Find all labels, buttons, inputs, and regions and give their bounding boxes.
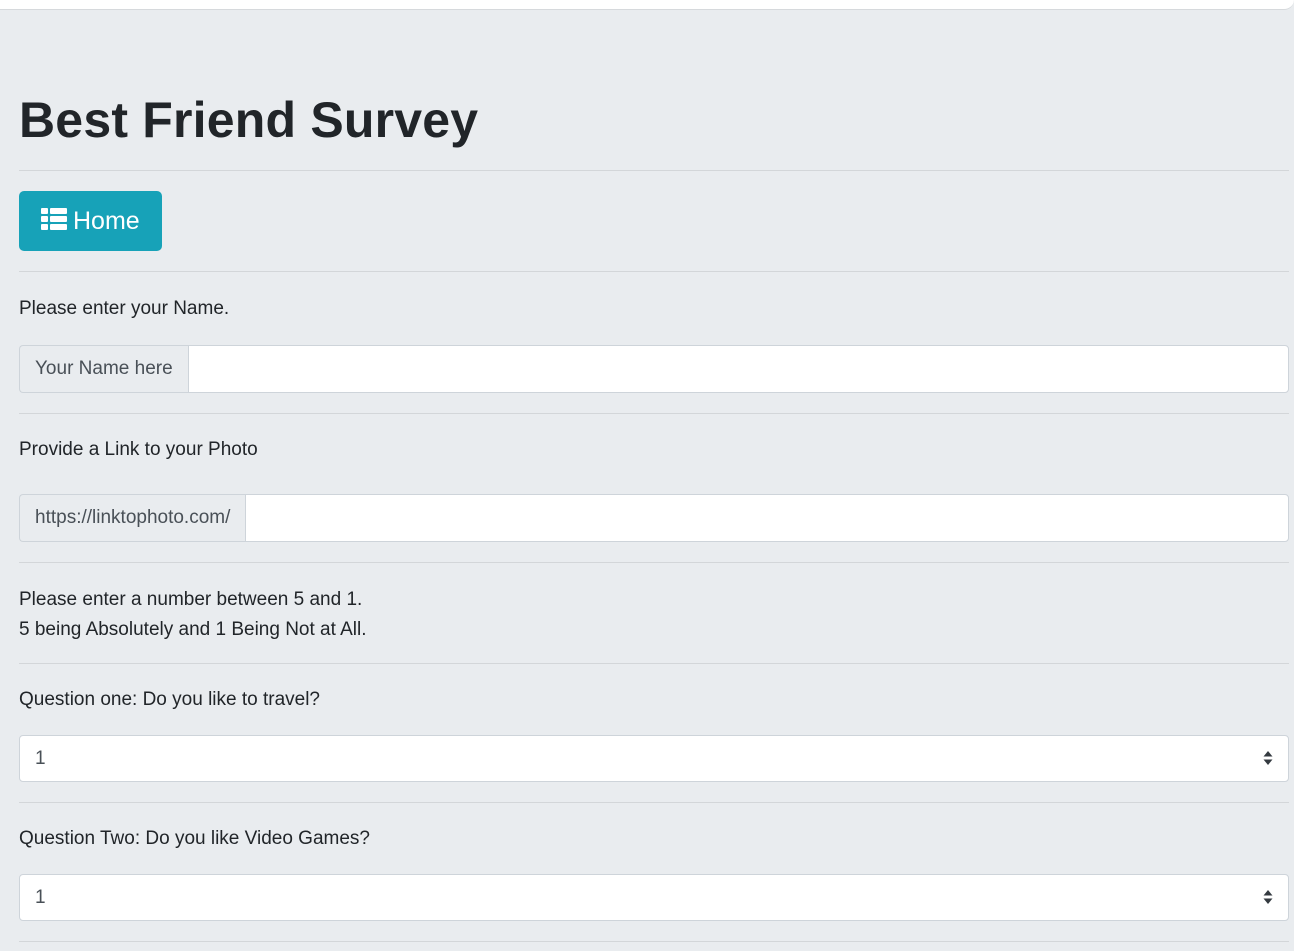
question-1-selected-value: 1 xyxy=(35,747,46,769)
photo-input-group: https://linktophoto.com/ xyxy=(19,494,1289,542)
divider xyxy=(19,802,1289,803)
page-title: Best Friend Survey xyxy=(19,92,479,148)
browser-top-strip xyxy=(0,0,1294,10)
divider xyxy=(19,271,1289,272)
instructions-line-2: 5 being Absolutely and 1 Being Not at Al… xyxy=(19,619,367,640)
photo-url-input[interactable] xyxy=(245,494,1289,542)
question-2-selected-value: 1 xyxy=(35,886,46,908)
photo-label: Provide a Link to your Photo xyxy=(19,439,258,460)
divider xyxy=(19,941,1289,942)
home-button-label: Home xyxy=(73,206,140,235)
photo-addon: https://linktophoto.com/ xyxy=(19,494,246,542)
name-input-group: Your Name here xyxy=(19,345,1289,393)
instructions-line-1: Please enter a number between 5 and 1. xyxy=(19,589,363,610)
divider xyxy=(19,170,1289,171)
name-label: Please enter your Name. xyxy=(19,298,230,319)
select-arrows-icon xyxy=(1263,889,1273,911)
question-1-label: Question one: Do you like to travel? xyxy=(19,689,321,710)
home-button[interactable]: Home xyxy=(19,191,162,251)
name-addon: Your Name here xyxy=(19,345,188,393)
divider xyxy=(19,562,1289,563)
question-1-select[interactable]: 1 xyxy=(19,735,1289,782)
list-icon xyxy=(41,207,67,237)
question-2-select[interactable]: 1 xyxy=(19,874,1289,921)
rating-instructions: Please enter a number between 5 and 1. 5… xyxy=(19,585,1289,645)
survey-container: Best Friend Survey Home Please enter you… xyxy=(19,10,1289,942)
select-arrows-icon xyxy=(1263,750,1273,772)
divider xyxy=(19,413,1289,414)
divider xyxy=(19,663,1289,664)
name-input[interactable] xyxy=(187,345,1289,393)
question-2-label: Question Two: Do you like Video Games? xyxy=(19,828,370,849)
